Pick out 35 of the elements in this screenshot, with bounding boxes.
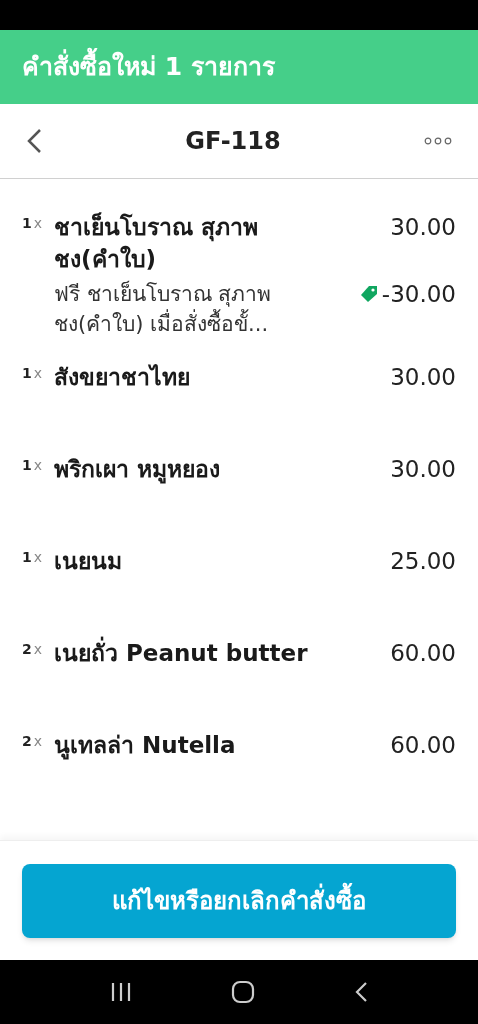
tag-icon [359, 285, 378, 303]
quantity: 1 [22, 456, 32, 475]
item-name: เนยถั่ว Peanut butter [54, 637, 308, 669]
item-price: 60.00 [390, 731, 456, 760]
item-price: 30.00 [390, 455, 456, 484]
times-sign: x [33, 456, 43, 475]
recent-apps-icon[interactable] [109, 982, 132, 1002]
times-sign: x [33, 364, 43, 383]
quantity: 1 [22, 548, 32, 567]
item-price: 30.00 [390, 213, 456, 242]
item-name: นูเทลล่า Nutella [54, 731, 236, 761]
times-sign: x [33, 732, 43, 751]
quantity: 2 [22, 732, 32, 751]
back-icon[interactable] [26, 128, 42, 154]
item-name: ชาเย็นโบราณ สุภาพชง(คำใบ) [54, 211, 259, 274]
home-icon[interactable] [231, 980, 255, 1004]
discount-amount: -30.00 [381, 280, 456, 309]
more-icon[interactable] [424, 137, 452, 145]
edit-cancel-order-button[interactable]: แก้ไขหรือยกเลิกคำสั่งซื้อ [22, 863, 456, 938]
item-price: 30.00 [390, 363, 456, 392]
back-nav-icon[interactable] [354, 981, 369, 1003]
item-price: 60.00 [390, 639, 456, 668]
item-price: 25.00 [390, 547, 456, 576]
item-name: เนยนม [54, 547, 122, 576]
order-number: GF-118 [185, 126, 281, 157]
item-name: พริกเผา หมูหยอง [54, 455, 220, 485]
item-name: สังขยาชาไทย [54, 363, 190, 392]
times-sign: x [33, 640, 43, 659]
quantity: 1 [22, 214, 32, 233]
quantity: 1 [22, 364, 32, 383]
times-sign: x [33, 214, 43, 233]
quantity: 2 [22, 640, 32, 659]
promotion-text: ฟรี ชาเย็นโบราณ สุภาพชง(คำใบ) เมื่อสั่งซื้อขั้... [54, 279, 273, 338]
times-sign: x [33, 548, 43, 567]
banner-title: คำสั่งซื้อใหม่ 1 รายการ [22, 48, 275, 86]
